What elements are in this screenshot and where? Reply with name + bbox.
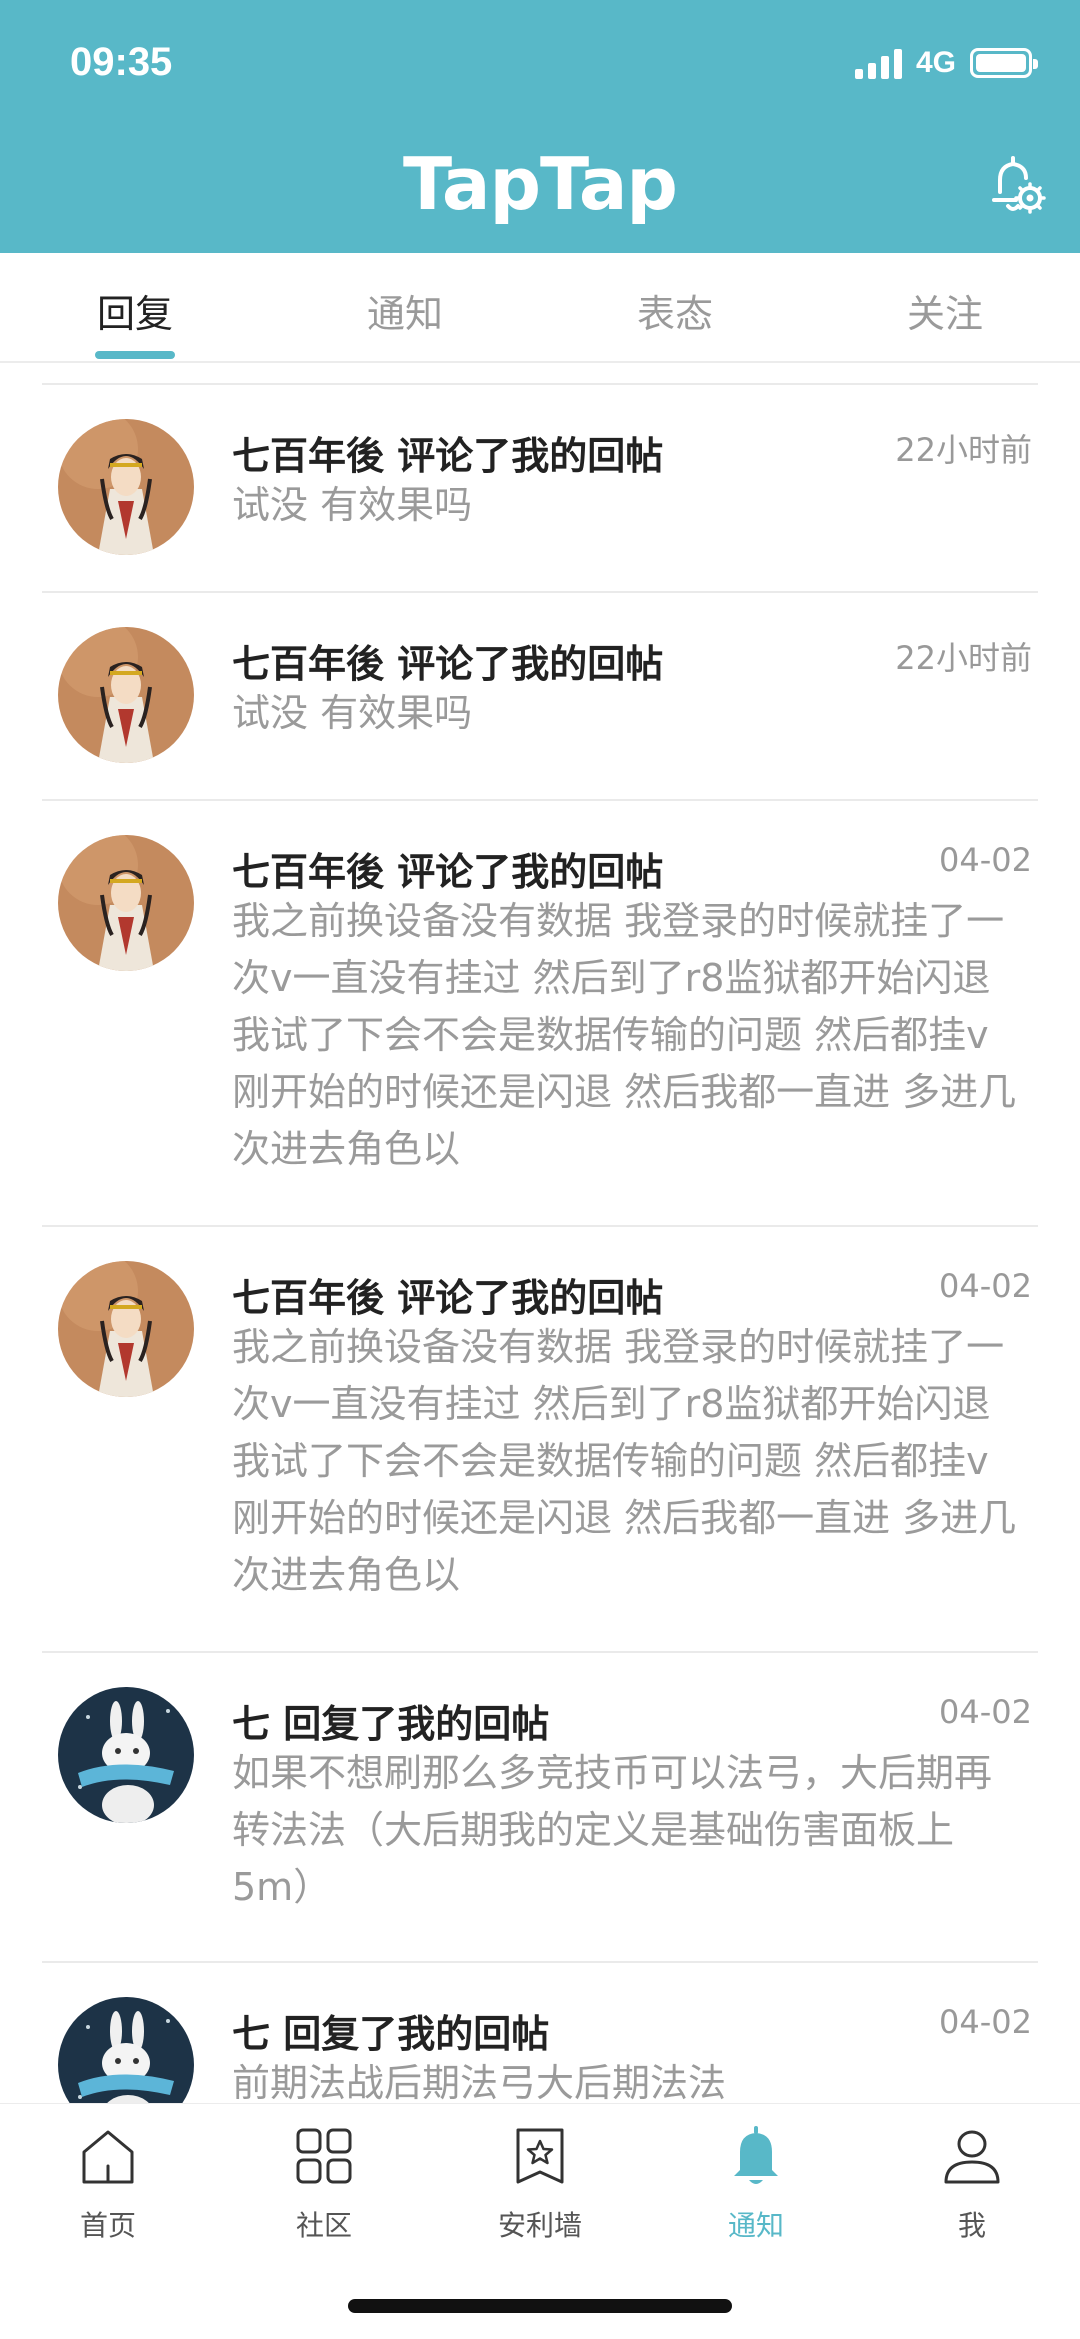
nav-recommend-wall[interactable]: 安利墙 xyxy=(432,2122,648,2244)
network-type: 4G xyxy=(915,46,956,79)
notification-title: 七百年後 评论了我的回帖 xyxy=(232,1276,664,1320)
notification-time: 04-02 xyxy=(939,1267,1032,1305)
notification-title: 七百年後 评论了我的回帖 xyxy=(232,434,664,478)
avatar[interactable] xyxy=(58,1687,194,1823)
battery-icon xyxy=(970,48,1038,78)
tab-notices[interactable]: 通知 xyxy=(305,283,505,338)
avatar[interactable] xyxy=(58,1261,194,1397)
notification-body: 我之前换设备没有数据 我登录的时候就挂了一次v一直没有挂过 然后到了r8监狱都开… xyxy=(232,1325,1017,1597)
notification-item[interactable]: 七百年後 评论了我的回帖 22小时前 试没 有效果吗 xyxy=(0,383,1080,591)
grid-icon xyxy=(296,2128,352,2184)
nav-me[interactable]: 我 xyxy=(864,2122,1080,2244)
notification-time: 04-02 xyxy=(939,2003,1032,2041)
nav-notifications-label: 通知 xyxy=(727,2209,784,2242)
notification-item[interactable]: 七百年後 评论了我的回帖 04-02 我之前换设备没有数据 我登录的时候就挂了一… xyxy=(0,799,1080,1225)
notification-time: 04-02 xyxy=(939,841,1032,879)
notification-body: 试没 有效果吗 xyxy=(232,483,473,527)
notification-time: 22小时前 xyxy=(895,431,1032,469)
nav-community[interactable]: 社区 xyxy=(216,2122,432,2244)
avatar[interactable] xyxy=(58,835,194,971)
avatar[interactable] xyxy=(58,627,194,763)
user-icon xyxy=(944,2130,1000,2184)
notification-title: 七 回复了我的回帖 xyxy=(232,1702,550,1746)
avatar[interactable] xyxy=(58,1997,194,2103)
notification-item[interactable]: 七百年後 评论了我的回帖 04-02 我之前换设备没有数据 我登录的时候就挂了一… xyxy=(0,1225,1080,1651)
app-header: 09:35 4G TapTap xyxy=(0,0,1080,253)
notification-body: 如果不想刷那么多竞技币可以法弓，大后期再转法法（大后期我的定义是基础伤害面板上5… xyxy=(232,1751,993,1909)
notification-title: 七百年後 评论了我的回帖 xyxy=(232,642,664,686)
notification-title: 七百年後 评论了我的回帖 xyxy=(232,850,664,894)
bell-settings-icon[interactable] xyxy=(980,150,1050,220)
tab-replies[interactable]: 回复 xyxy=(35,283,235,338)
tab-follows[interactable]: 关注 xyxy=(845,283,1045,338)
nav-home[interactable]: 首页 xyxy=(0,2122,216,2244)
bookmark-star-icon xyxy=(516,2128,564,2184)
bell-icon xyxy=(734,2126,778,2184)
status-indicators: 4G xyxy=(854,46,1038,80)
nav-recommend-wall-label: 安利墙 xyxy=(497,2209,582,2242)
notification-item[interactable]: 七 回复了我的回帖 04-02 如果不想刷那么多竞技币可以法弓，大后期再转法法（… xyxy=(0,1651,1080,1961)
nav-home-label: 首页 xyxy=(79,2209,136,2242)
notification-item[interactable]: 七百年後 评论了我的回帖 22小时前 试没 有效果吗 xyxy=(0,591,1080,799)
notification-tabs: 回复 通知 表态 关注 xyxy=(0,253,1080,363)
nav-notifications[interactable]: 通知 xyxy=(648,2122,864,2244)
home-indicator[interactable] xyxy=(348,2299,732,2313)
notification-list[interactable]: 七百年後 评论了我的回帖 22小时前 试没 有效果吗 七百年後 评论了我的回帖 … xyxy=(0,363,1080,2103)
notification-body: 前期法战后期法弓大后期法法 xyxy=(232,2061,727,2103)
notification-body: 试没 有效果吗 xyxy=(232,691,473,735)
signal-icon xyxy=(854,47,902,79)
status-time: 09:35 xyxy=(70,40,173,84)
notification-title: 七 回复了我的回帖 xyxy=(232,2012,550,2056)
home-icon xyxy=(82,2130,134,2184)
nav-community-label: 社区 xyxy=(295,2209,352,2242)
notification-body: 我之前换设备没有数据 我登录的时候就挂了一次v一直没有挂过 然后到了r8监狱都开… xyxy=(232,899,1017,1171)
notification-time: 04-02 xyxy=(939,1693,1032,1731)
tab-reactions[interactable]: 表态 xyxy=(575,283,775,338)
nav-me-label: 我 xyxy=(957,2209,986,2242)
app-title: TapTap xyxy=(403,142,678,226)
avatar[interactable] xyxy=(58,419,194,555)
notification-time: 22小时前 xyxy=(895,639,1032,677)
notification-item[interactable]: 七 回复了我的回帖 04-02 前期法战后期法弓大后期法法 xyxy=(0,1961,1080,2103)
active-tab-indicator xyxy=(95,351,175,359)
